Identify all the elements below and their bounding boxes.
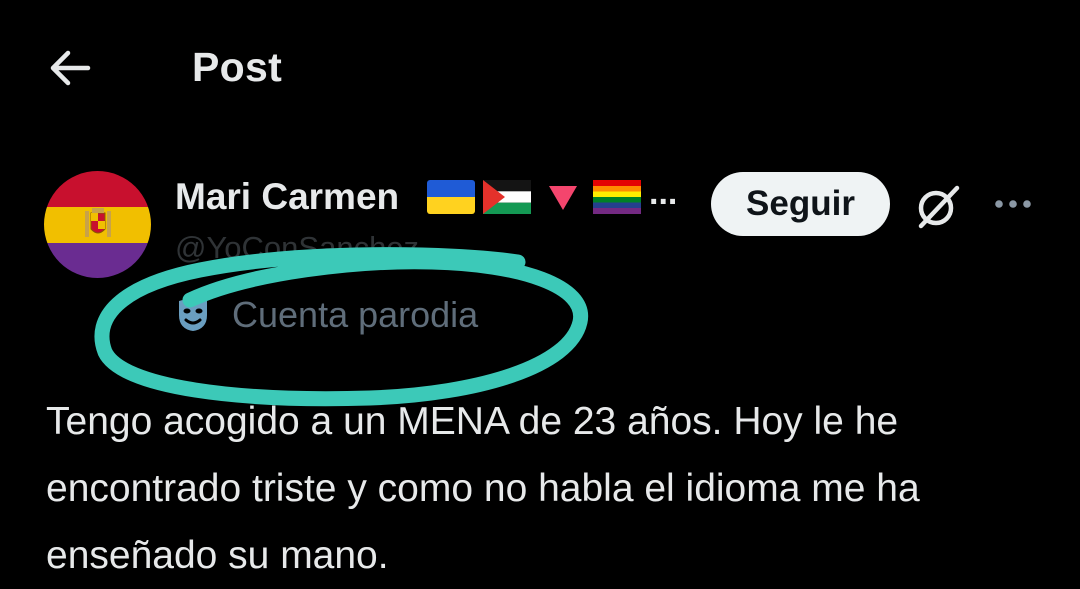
- coat-of-arms-icon: [85, 208, 111, 237]
- back-button[interactable]: [40, 46, 100, 94]
- grok-button[interactable]: [910, 180, 966, 232]
- parody-label: Cuenta parodia: [232, 294, 479, 335]
- rainbow-flag-icon: [593, 180, 641, 214]
- grok-icon: [918, 185, 960, 229]
- top-bar: Post: [0, 0, 1080, 140]
- name-emojis: ...: [427, 174, 677, 216]
- palestine-flag-icon: [483, 180, 531, 214]
- parody-label-row: Cuenta parodia: [176, 294, 478, 336]
- display-name[interactable]: Mari Carmen: [175, 176, 399, 218]
- arrow-left-icon: [48, 48, 92, 93]
- pink-triangle-icon: [549, 186, 577, 210]
- post-text: Tengo acogido a un MENA de 23 años. Hoy …: [46, 400, 920, 577]
- name-truncation: ...: [649, 173, 678, 212]
- page-title: Post: [192, 44, 283, 90]
- theater-masks-icon: [179, 299, 207, 331]
- user-handle[interactable]: @YoConSanchez: [175, 230, 419, 266]
- more-horizontal-icon: [995, 200, 1031, 208]
- follow-button[interactable]: Seguir: [711, 172, 890, 236]
- ukraine-flag-icon: [427, 180, 475, 214]
- more-options-button[interactable]: [988, 186, 1038, 222]
- avatar[interactable]: [44, 171, 151, 278]
